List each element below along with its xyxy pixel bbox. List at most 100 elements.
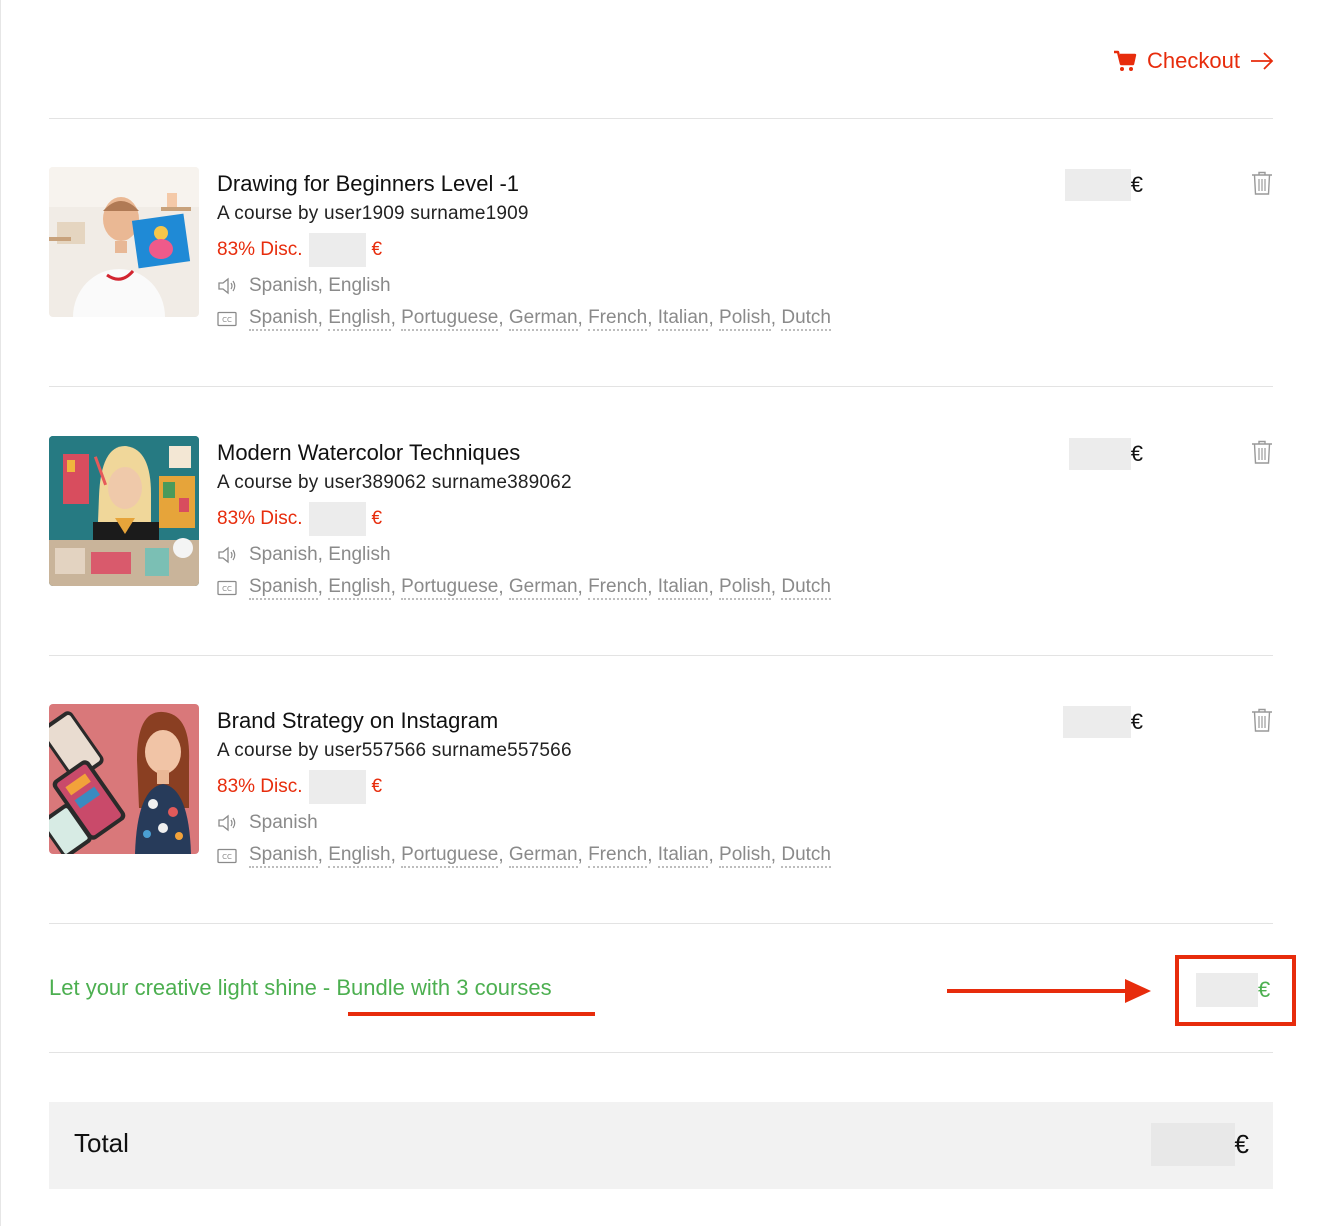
course-thumbnail[interactable] [49,167,199,317]
course-thumbnail[interactable] [49,704,199,854]
course-price: € [1062,706,1143,738]
subtitle-language[interactable]: English [328,844,391,868]
audio-languages: Spanish, English [217,540,1017,570]
checkout-button[interactable]: Checkout [1113,48,1274,74]
discounted-price-redacted [308,233,366,267]
subtitle-language[interactable]: Polish [719,576,771,600]
discount-line: 83% Disc. € [217,502,1017,536]
speaker-icon [217,277,237,295]
annotation-underline [348,1012,595,1016]
audio-languages-text: Spanish, English [249,275,391,296]
currency-symbol: € [371,239,383,260]
subtitle-language[interactable]: German [508,307,578,331]
currency-symbol: € [371,776,383,797]
remove-item-button[interactable] [1251,440,1273,469]
closed-captions-icon: CC [217,580,237,596]
divider [49,655,1273,656]
divider [49,118,1273,119]
remove-item-button[interactable] [1251,171,1273,200]
subtitle-language[interactable]: Portuguese [401,844,499,868]
total-label: Total [74,1128,129,1158]
speaker-icon [217,546,237,564]
trash-icon [1251,440,1273,468]
discounted-price-redacted [308,770,366,804]
subtitle-language[interactable]: Spanish [249,576,318,600]
subtitle-language[interactable]: French [588,307,648,331]
svg-text:CC: CC [222,585,232,593]
currency-symbol: € [1130,441,1143,466]
subtitle-language[interactable]: Spanish [249,844,318,868]
speaker-icon [217,814,237,832]
subtitle-language[interactable]: English [328,576,391,600]
subtitle-language[interactable]: Italian [657,307,709,331]
closed-captions-icon: CC [217,848,237,864]
price-redacted [1064,169,1131,201]
arrow-right-icon [1250,52,1274,70]
subtitle-language[interactable]: Portuguese [401,307,499,331]
subtitle-language[interactable]: English [328,307,391,331]
subtitle-language[interactable]: Dutch [781,307,831,331]
price-redacted [1062,706,1131,738]
currency-symbol: € [1130,709,1143,734]
currency-symbol: € [1130,172,1143,197]
course-author: A course by user389062 surname389062 [217,472,572,493]
bundle-label: Let your creative light shine - Bundle w… [49,975,552,1000]
subtitle-language[interactable]: German [508,576,578,600]
annotation-arrow-icon [947,977,1153,1010]
subtitle-languages: CC Spanish, English, Portuguese, German,… [217,841,1017,871]
subtitle-language[interactable]: Polish [719,844,771,868]
divider [49,386,1273,387]
currency-symbol: € [371,508,383,529]
price-redacted [1150,1123,1235,1166]
subtitle-languages: CC Spanish, English, Portuguese, German,… [217,573,1017,603]
discount-label: 83% Disc. [217,776,303,797]
course-thumbnail[interactable] [49,436,199,586]
currency-symbol: € [1234,1129,1249,1159]
checkout-label: Checkout [1147,48,1240,73]
subtitle-language[interactable]: French [588,576,648,600]
subtitle-language[interactable]: French [588,844,648,868]
svg-text:CC: CC [222,853,232,861]
page-edge [0,0,1,1226]
course-price: € [1068,438,1143,470]
svg-text:CC: CC [222,316,232,324]
cart-icon [1113,50,1137,72]
course-title[interactable]: Drawing for Beginners Level -1 [217,167,1017,201]
bundle-price: € [1196,973,1270,1007]
audio-languages: Spanish, English [217,271,1017,301]
subtitle-languages: CC Spanish, English, Portuguese, German,… [217,304,1017,334]
subtitle-language[interactable]: German [508,844,578,868]
discounted-price-redacted [308,502,366,536]
subtitle-language[interactable]: Italian [657,844,709,868]
discount-label: 83% Disc. [217,508,303,529]
subtitle-language[interactable]: Italian [657,576,709,600]
subtitle-language[interactable]: Spanish [249,307,318,331]
cart-item: Modern Watercolor Techniques A course by… [49,436,1273,616]
discount-line: 83% Disc. € [217,770,1017,804]
course-title[interactable]: Modern Watercolor Techniques [217,436,1017,470]
discount-label: 83% Disc. [217,239,303,260]
trash-icon [1251,708,1273,736]
divider [49,923,1273,924]
audio-languages-text: Spanish [249,812,318,833]
subtitle-language[interactable]: Dutch [781,576,831,600]
course-author: A course by user557566 surname557566 [217,740,572,761]
course-price: € [1064,169,1143,201]
cart-item: Drawing for Beginners Level -1 A course … [49,167,1273,347]
subtitle-language[interactable]: Polish [719,307,771,331]
cart-item: Brand Strategy on Instagram A course by … [49,704,1273,884]
price-redacted [1068,438,1131,470]
closed-captions-icon: CC [217,311,237,327]
price-redacted [1196,973,1258,1007]
divider [49,1052,1273,1053]
trash-icon [1251,171,1273,199]
audio-languages: Spanish [217,808,1017,838]
remove-item-button[interactable] [1251,708,1273,737]
total-bar: Total € [49,1102,1273,1189]
subtitle-language[interactable]: Dutch [781,844,831,868]
audio-languages-text: Spanish, English [249,544,391,565]
course-title[interactable]: Brand Strategy on Instagram [217,704,1017,738]
currency-symbol: € [1258,977,1271,1002]
subtitle-language[interactable]: Portuguese [401,576,499,600]
discount-line: 83% Disc. € [217,233,1017,267]
